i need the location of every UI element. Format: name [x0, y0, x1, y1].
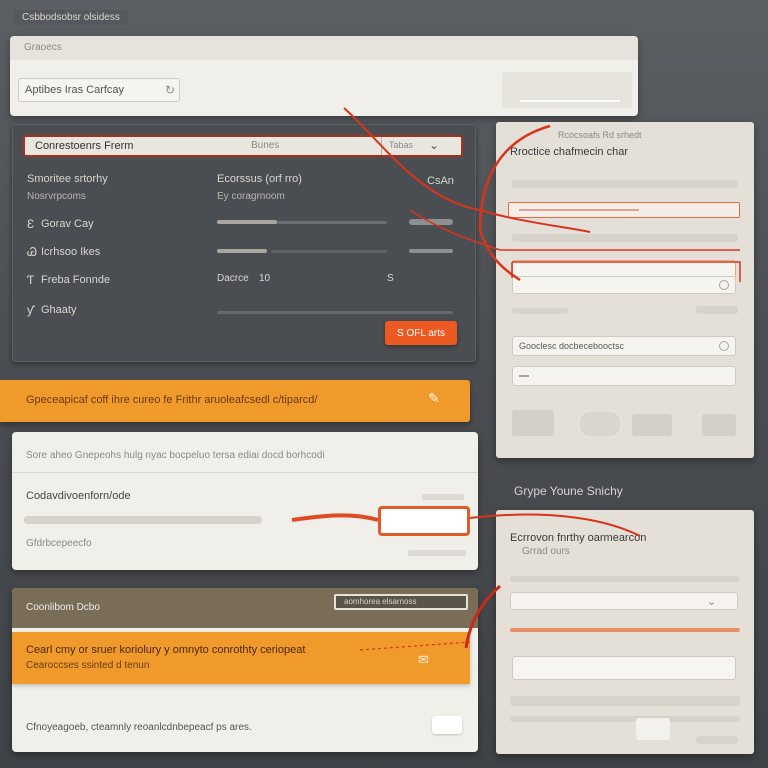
- annotation-stroke: [511, 261, 741, 282]
- annotation-stroke: [464, 584, 501, 649]
- annotation-arrow: [291, 513, 379, 522]
- annotation-stroke: [469, 513, 641, 537]
- annotation-layer: [291, 107, 741, 651]
- annotation-stroke: [343, 107, 591, 233]
- annotation-stroke: [478, 124, 551, 282]
- annotation-dash: [359, 641, 471, 651]
